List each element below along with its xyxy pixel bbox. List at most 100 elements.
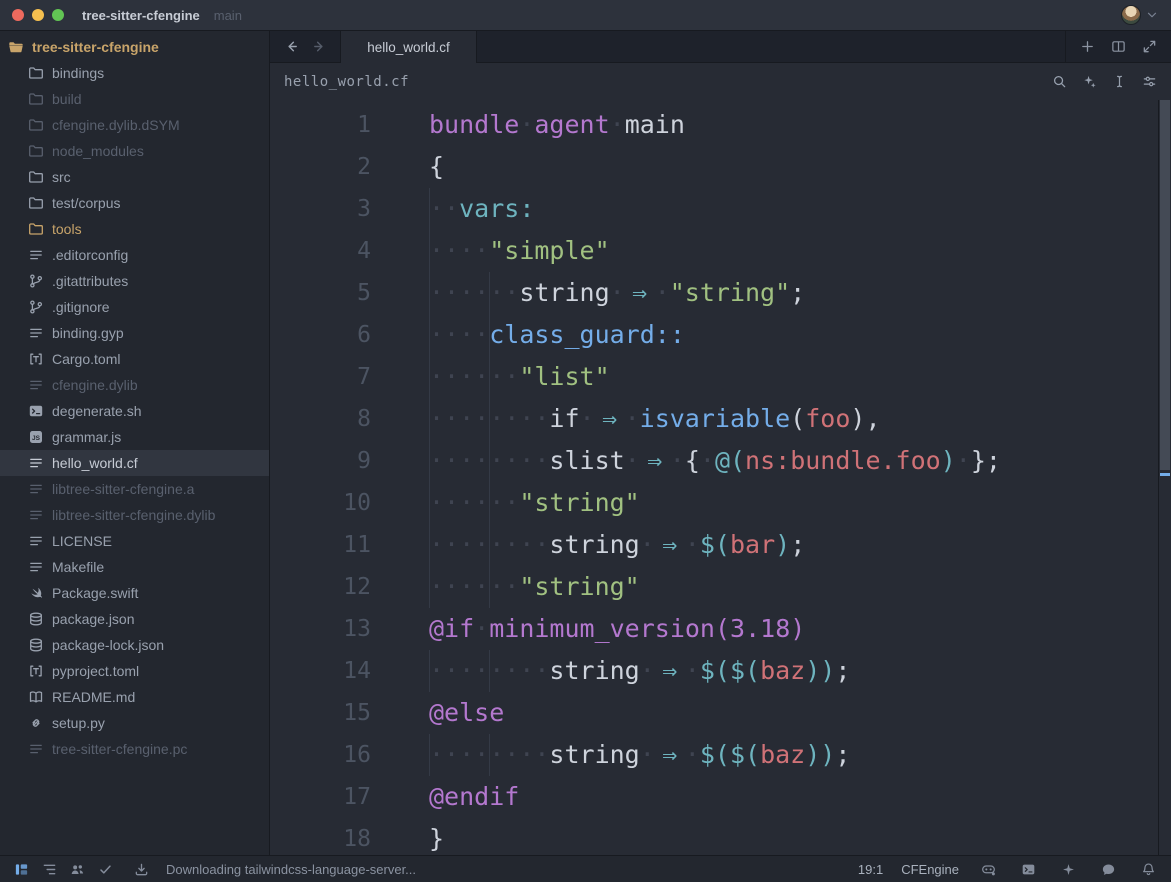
code-line[interactable]: 6····class_guard::: [270, 314, 1171, 356]
line-number[interactable]: 17: [270, 776, 371, 818]
minimize-window-button[interactable]: [32, 9, 44, 21]
code-line[interactable]: 2{: [270, 146, 1171, 188]
project-panel-toggle[interactable]: [10, 859, 32, 879]
code-line[interactable]: 17@endif: [270, 776, 1171, 818]
language-selector[interactable]: CFEngine: [901, 862, 959, 877]
file-tree-item[interactable]: libtree-sitter-cfengine.dylib: [0, 502, 269, 528]
file-tree-item[interactable]: libtree-sitter-cfengine.a: [0, 476, 269, 502]
search-icon[interactable]: [1052, 74, 1067, 89]
line-number[interactable]: 11: [270, 524, 371, 566]
line-number[interactable]: 2: [270, 146, 371, 188]
code-editor[interactable]: 1bundle·agent·main2{3··vars:4····"simple…: [270, 100, 1171, 855]
file-tree-item[interactable]: README.md: [0, 684, 269, 710]
copilot-status[interactable]: [977, 859, 999, 879]
code-line[interactable]: 18}: [270, 818, 1171, 855]
breadcrumb[interactable]: hello_world.cf: [284, 74, 409, 90]
cursor-position[interactable]: 19:1: [858, 862, 883, 877]
line-number[interactable]: 3: [270, 188, 371, 230]
line-number[interactable]: 8: [270, 398, 371, 440]
back-button[interactable]: [282, 38, 300, 56]
expand-pane-icon[interactable]: [1142, 39, 1157, 54]
code-line[interactable]: 10······"string": [270, 482, 1171, 524]
file-tree-item[interactable]: .gitattributes: [0, 268, 269, 294]
file-tree-item[interactable]: tools: [0, 216, 269, 242]
code-line[interactable]: 16········string·⇒·$($(baz));: [270, 734, 1171, 776]
inline-assist-sparkle-icon[interactable]: [1082, 74, 1097, 89]
split-pane-icon[interactable]: [1111, 39, 1126, 54]
editor-scrollbar[interactable]: [1158, 100, 1171, 855]
line-number[interactable]: 18: [270, 818, 371, 855]
forward-button[interactable]: [310, 38, 328, 56]
code-line[interactable]: 1bundle·agent·main: [270, 104, 1171, 146]
code-line[interactable]: 11········string·⇒·$(bar);: [270, 524, 1171, 566]
file-tree-item[interactable]: node_modules: [0, 138, 269, 164]
tab-hello-world-cf[interactable]: hello_world.cf: [341, 31, 477, 63]
file-tree-item[interactable]: src: [0, 164, 269, 190]
text-cursor-icon[interactable]: [1112, 74, 1127, 89]
notifications-toggle[interactable]: [1137, 859, 1159, 879]
file-tree-item[interactable]: build: [0, 86, 269, 112]
line-number[interactable]: 10: [270, 482, 371, 524]
line-number[interactable]: 15: [270, 692, 371, 734]
file-tree-item[interactable]: degenerate.sh: [0, 398, 269, 424]
user-avatar[interactable]: [1121, 5, 1141, 25]
code-line[interactable]: 9········slist·⇒·{·@(ns:bundle.foo)·};: [270, 440, 1171, 482]
sliders-icon[interactable]: [1142, 74, 1157, 89]
file-tree-item[interactable]: cfengine.dylib: [0, 372, 269, 398]
close-window-button[interactable]: [12, 9, 24, 21]
file-tree-item[interactable]: LICENSE: [0, 528, 269, 554]
code-line-text: bundle·agent·main: [371, 104, 685, 146]
line-number[interactable]: 13: [270, 608, 371, 650]
file-tree-item[interactable]: hello_world.cf: [0, 450, 269, 476]
collab-panel-toggle[interactable]: [66, 859, 88, 879]
line-number[interactable]: 16: [270, 734, 371, 776]
code-line[interactable]: 15@else: [270, 692, 1171, 734]
assistant-panel-toggle[interactable]: [1057, 859, 1079, 879]
file-tree-item[interactable]: test/corpus: [0, 190, 269, 216]
outline-panel-toggle[interactable]: [38, 859, 60, 879]
line-number[interactable]: 14: [270, 650, 371, 692]
zoom-window-button[interactable]: [52, 9, 64, 21]
code-line[interactable]: 5······string·⇒·"string";: [270, 272, 1171, 314]
chat-panel-toggle[interactable]: [1097, 859, 1119, 879]
git-branch[interactable]: main: [214, 8, 242, 23]
new-tab-plus-icon[interactable]: [1080, 39, 1095, 54]
file-tree-item[interactable]: cfengine.dylib.dSYM: [0, 112, 269, 138]
line-number[interactable]: 9: [270, 440, 371, 482]
code-line[interactable]: 3··vars:: [270, 188, 1171, 230]
file-tree-item[interactable]: Cargo.toml: [0, 346, 269, 372]
file-tree-item[interactable]: Package.swift: [0, 580, 269, 606]
code-line[interactable]: 13@if·minimum_version(3.18): [270, 608, 1171, 650]
line-number[interactable]: 1: [270, 104, 371, 146]
file-tree-item[interactable]: package-lock.json: [0, 632, 269, 658]
file-tree-item[interactable]: setup.py: [0, 710, 269, 736]
line-number[interactable]: 7: [270, 356, 371, 398]
file-tree-item[interactable]: tree-sitter-cfengine: [0, 34, 269, 60]
file-tree-item[interactable]: pyproject.toml: [0, 658, 269, 684]
line-number[interactable]: 6: [270, 314, 371, 356]
code-line[interactable]: 7······"list": [270, 356, 1171, 398]
line-number[interactable]: 4: [270, 230, 371, 272]
line-number[interactable]: 12: [270, 566, 371, 608]
file-tree-item[interactable]: Makefile: [0, 554, 269, 580]
code-line[interactable]: 12······"string": [270, 566, 1171, 608]
line-number[interactable]: 5: [270, 272, 371, 314]
file-tree-item[interactable]: tree-sitter-cfengine.pc: [0, 736, 269, 762]
file-tree-item[interactable]: .gitignore: [0, 294, 269, 320]
file-tree-item[interactable]: .editorconfig: [0, 242, 269, 268]
code-line[interactable]: 4····"simple": [270, 230, 1171, 272]
download-status[interactable]: [130, 859, 152, 879]
code-line[interactable]: 8········if·⇒·isvariable(foo),: [270, 398, 1171, 440]
scrollbar-thumb[interactable]: [1160, 100, 1170, 470]
chevron-down-icon[interactable]: [1145, 8, 1159, 22]
file-tree-item[interactable]: JSgrammar.js: [0, 424, 269, 450]
history-nav: [270, 31, 341, 62]
file-tree-item[interactable]: binding.gyp: [0, 320, 269, 346]
file-tree-item[interactable]: package.json: [0, 606, 269, 632]
terminal-panel-toggle[interactable]: [1017, 859, 1039, 879]
editor-toolbar: hello_world.cf: [270, 63, 1171, 100]
file-tree-item[interactable]: bindings: [0, 60, 269, 86]
tasks-button[interactable]: [94, 859, 116, 879]
code-line[interactable]: 14········string·⇒·$($(baz));: [270, 650, 1171, 692]
project-name[interactable]: tree-sitter-cfengine: [82, 8, 200, 23]
